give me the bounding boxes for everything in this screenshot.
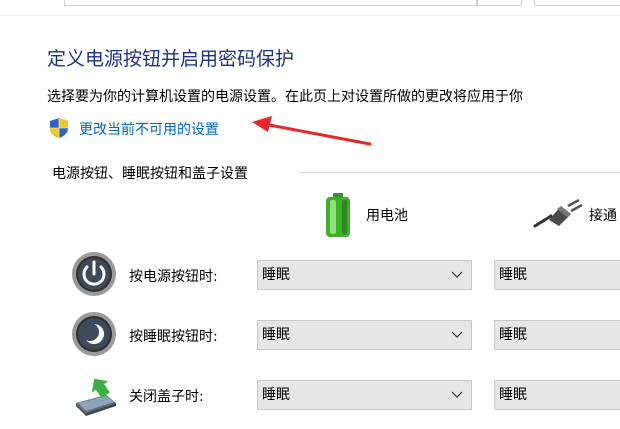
select-value: 睡眠	[262, 267, 290, 283]
page-description: 选择要为你的计算机设置的电源设置。在此页上对设置所做的更改将应用于你	[47, 89, 523, 105]
laptop-lid-icon	[76, 378, 116, 416]
power-button-label: 按电源按钮时:	[129, 269, 218, 285]
annotation-arrow-icon	[252, 116, 372, 146]
column-header-plugged-in: 接通	[589, 208, 617, 224]
divider	[0, 15, 620, 16]
select-value: 睡眠	[499, 327, 527, 343]
power-plug-icon	[533, 198, 583, 228]
sleep-button-plugged-select[interactable]: 睡眠	[494, 320, 620, 350]
column-header-battery: 用电池	[366, 208, 408, 224]
top-toolbar-remnant	[0, 0, 620, 6]
refresh-button[interactable]	[476, 0, 522, 6]
power-button-battery-select[interactable]: 睡眠	[257, 260, 472, 290]
select-value: 睡眠	[262, 327, 290, 343]
sleep-button-battery-select[interactable]: 睡眠	[257, 320, 472, 350]
page-title: 定义电源按钮并启用密码保护	[47, 48, 295, 70]
sleep-button-icon	[72, 312, 116, 356]
chevron-down-icon	[451, 331, 463, 338]
chevron-down-icon	[451, 391, 463, 398]
select-value: 睡眠	[499, 387, 527, 403]
sleep-button-label: 按睡眠按钮时:	[129, 329, 218, 345]
group-separator	[300, 172, 620, 173]
group-heading: 电源按钮、睡眠按钮和盖子设置	[52, 163, 254, 183]
search-box[interactable]	[534, 0, 620, 6]
select-value: 睡眠	[499, 267, 527, 283]
close-lid-battery-select[interactable]: 睡眠	[257, 380, 472, 410]
chevron-down-icon	[451, 271, 463, 278]
battery-icon	[326, 193, 350, 237]
select-value: 睡眠	[262, 387, 290, 403]
power-button-plugged-select[interactable]: 睡眠	[494, 260, 620, 290]
power-button-icon	[72, 252, 116, 296]
close-lid-label: 关闭盖子时:	[129, 389, 204, 405]
close-lid-plugged-select[interactable]: 睡眠	[494, 380, 620, 410]
address-bar[interactable]	[64, 0, 478, 6]
change-unavailable-settings-link[interactable]: 更改当前不可用的设置	[79, 119, 219, 139]
uac-shield-icon	[50, 118, 68, 138]
